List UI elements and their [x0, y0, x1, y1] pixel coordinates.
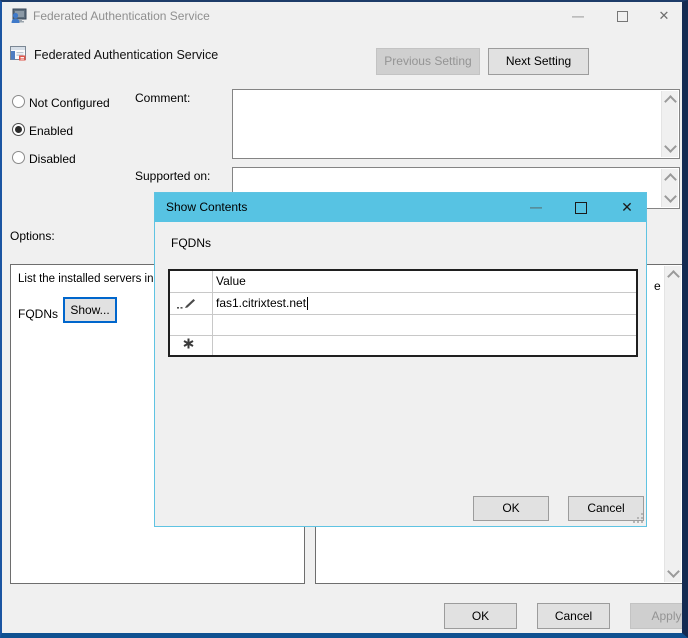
policy-editor-window: Federated Authentication Service — ✕ Fed…	[0, 0, 688, 638]
scroll-up-icon[interactable]	[664, 95, 677, 108]
dialog-close-button[interactable]: ✕	[607, 193, 647, 221]
options-fqdns-label: FQDNs	[18, 307, 58, 321]
dialog-titlebar[interactable]: Show Contents — ✕	[155, 193, 646, 222]
scroll-up-icon[interactable]	[664, 173, 677, 186]
dialog-minimize-button[interactable]: —	[516, 193, 556, 221]
show-button[interactable]: Show...	[63, 297, 117, 323]
maximize-button[interactable]	[600, 2, 644, 30]
dialog-title: Show Contents	[166, 200, 248, 214]
window-titlebar[interactable]: Federated Authentication Service — ✕	[2, 2, 682, 31]
setting-name: Federated Authentication Service	[34, 48, 219, 62]
maximize-icon	[575, 201, 587, 214]
grid-column-divider	[212, 271, 213, 355]
scroll-down-icon[interactable]	[664, 140, 677, 153]
scroll-down-icon[interactable]	[667, 565, 680, 578]
radio-enabled-label: Enabled	[29, 124, 74, 138]
comment-label: Comment:	[135, 91, 191, 105]
comment-scrollbar[interactable]	[661, 91, 678, 157]
grid-row-divider	[170, 314, 636, 315]
ok-button[interactable]: OK	[444, 603, 517, 629]
help-text-fragment: e	[654, 279, 661, 293]
app-icon	[11, 8, 27, 23]
text-caret	[307, 297, 309, 310]
policy-setting-icon	[10, 46, 26, 61]
close-icon: ✕	[621, 199, 633, 215]
resize-grip[interactable]	[632, 512, 644, 524]
maximize-icon	[616, 11, 628, 23]
help-scrollbar[interactable]	[664, 266, 681, 582]
grid-column-header-value[interactable]: Value	[216, 274, 246, 288]
supported-scrollbar[interactable]	[661, 169, 678, 207]
radio-not-configured[interactable]	[12, 95, 25, 108]
dialog-ok-button[interactable]: OK	[473, 496, 549, 521]
scroll-down-icon[interactable]	[664, 190, 677, 203]
radio-disabled-label: Disabled	[29, 152, 76, 166]
radio-not-configured-label: Not Configured	[29, 96, 110, 110]
window-title: Federated Authentication Service	[33, 9, 210, 23]
row-edit-pencil-icon	[177, 299, 195, 309]
dialog-fqdns-label: FQDNs	[171, 236, 211, 250]
fqdn-grid[interactable]: Value fas1.citrixtest.net	[168, 269, 638, 357]
apply-button[interactable]: Apply	[630, 603, 682, 629]
radio-enabled[interactable]	[12, 123, 25, 136]
close-icon: ✕	[658, 8, 670, 23]
options-description: List the installed servers in y	[18, 273, 163, 285]
scroll-up-icon[interactable]	[667, 270, 680, 283]
new-row-asterisk-icon	[183, 338, 194, 349]
dialog-maximize-button[interactable]	[561, 193, 601, 221]
fqdn-value-text: fas1.citrixtest.net	[216, 296, 307, 310]
grid-cell-value[interactable]: fas1.citrixtest.net	[216, 296, 309, 310]
grid-row-divider	[170, 335, 636, 336]
supported-on-label: Supported on:	[135, 169, 211, 183]
cancel-button[interactable]: Cancel	[537, 603, 610, 629]
minimize-icon: —	[572, 9, 584, 23]
comment-textbox[interactable]	[232, 89, 680, 159]
minimize-icon: —	[530, 200, 542, 214]
show-contents-dialog: Show Contents — ✕ FQDNs Value fas1.citri…	[154, 192, 647, 527]
options-label: Options:	[10, 229, 55, 243]
radio-disabled[interactable]	[12, 151, 25, 164]
next-setting-button[interactable]: Next Setting	[488, 48, 589, 75]
previous-setting-button[interactable]: Previous Setting	[376, 48, 480, 75]
minimize-button[interactable]: —	[556, 2, 600, 30]
close-button[interactable]: ✕	[642, 2, 682, 30]
grid-row-divider	[170, 292, 636, 293]
